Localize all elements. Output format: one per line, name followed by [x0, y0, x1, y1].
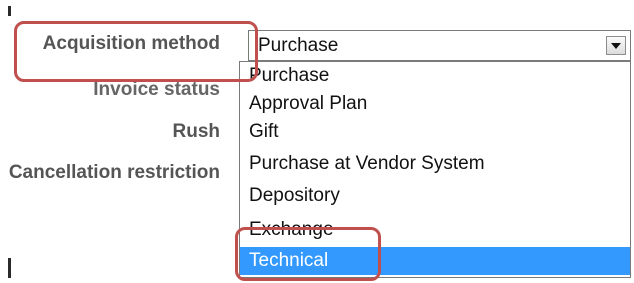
technical-option-callout — [235, 227, 381, 281]
dropdown-toggle-button[interactable] — [606, 36, 626, 55]
acquisition-method-select[interactable]: Purchase — [248, 30, 631, 61]
option-approval-plan[interactable]: Approval Plan — [240, 90, 630, 118]
acquisition-form: Acquisition method Invoice status Rush C… — [0, 0, 634, 283]
cancellation-restriction-label: Cancellation restriction — [8, 162, 220, 183]
option-purchase[interactable]: Purchase — [240, 62, 630, 90]
edge-mark — [8, 6, 11, 16]
rush-label: Rush — [172, 121, 221, 142]
acquisition-method-callout — [14, 21, 258, 82]
text-cursor — [8, 258, 11, 278]
chevron-down-icon — [611, 42, 621, 49]
option-depository[interactable]: Depository — [240, 182, 630, 210]
select-current-value: Purchase — [258, 35, 339, 56]
option-gift[interactable]: Gift — [240, 118, 630, 146]
invoice-status-label: Invoice status — [93, 79, 220, 100]
option-purchase-at-vendor-system[interactable]: Purchase at Vendor System — [240, 150, 630, 178]
